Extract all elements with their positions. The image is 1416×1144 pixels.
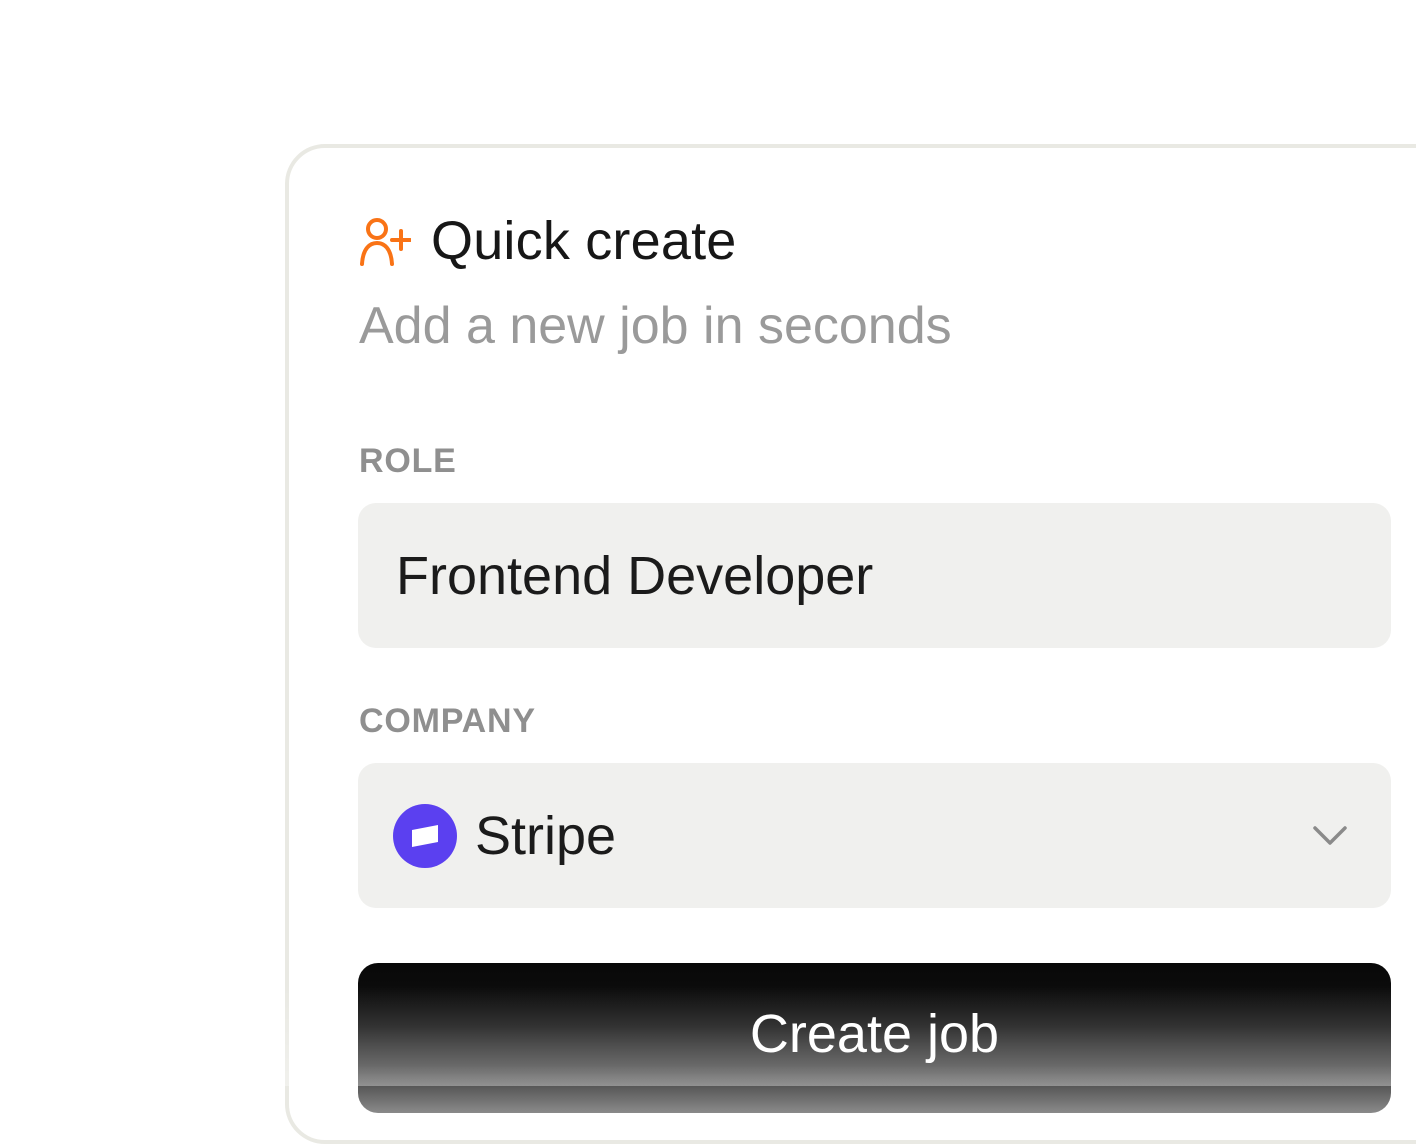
page-subtitle: Add a new job in seconds <box>359 297 952 355</box>
stripe-logo-icon <box>393 803 457 868</box>
role-input[interactable]: Frontend Developer <box>358 503 1391 648</box>
create-job-button-label: Create job <box>749 1004 1000 1064</box>
company-label: COMPANY <box>359 702 536 740</box>
role-value: Frontend Developer <box>396 545 874 606</box>
chevron-down-icon[interactable] <box>1311 817 1349 855</box>
role-label: ROLE <box>359 442 457 480</box>
company-select[interactable]: Stripe <box>358 763 1391 908</box>
company-value: Stripe <box>475 805 617 866</box>
create-job-button[interactable]: Create job <box>358 963 1391 1113</box>
quick-create-header: Quick create <box>359 214 737 268</box>
page-title: Quick create <box>431 211 737 271</box>
user-plus-icon <box>359 215 411 267</box>
